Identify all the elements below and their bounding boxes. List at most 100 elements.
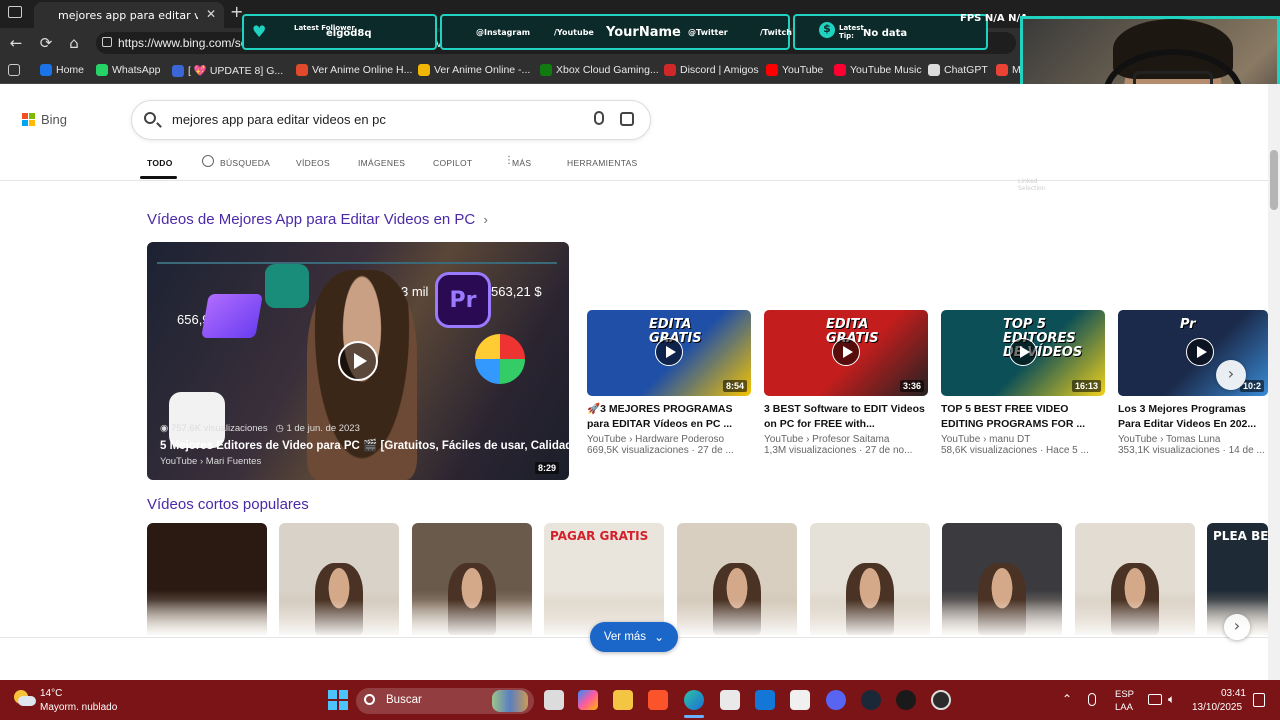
video-title[interactable]: 3 BEST Software to EDIT Videos on PC for… — [764, 402, 928, 432]
tab-busqueda[interactable]: BÚSQUEDA — [220, 158, 270, 168]
edge-icon[interactable] — [684, 690, 704, 710]
bookmark-item[interactable]: Ver Anime Online -... — [418, 64, 530, 76]
close-tab-icon[interactable]: ✕ — [206, 7, 216, 21]
play-icon[interactable] — [1186, 338, 1214, 366]
video-card[interactable]: Pr 10:2 Los 3 Mejores Programas Para Edi… — [1118, 310, 1268, 456]
video-thumbnail[interactable]: EDITA GRATIS 3:36 — [764, 310, 928, 396]
tab-imagenes[interactable]: IMÁGENES — [358, 158, 405, 168]
shorts-next-arrow-icon[interactable]: › — [1224, 614, 1250, 640]
featured-title[interactable]: 5 Mejores Editores de Video para PC 🎬 [G… — [160, 438, 569, 452]
bookmark-item[interactable]: Ver Anime Online H... — [296, 64, 412, 76]
search-input[interactable]: mejores app para editar videos en pc — [172, 112, 386, 127]
store-icon[interactable] — [720, 690, 740, 710]
video-meta: 669,5K visualizaciones · 27 de ... — [587, 445, 734, 456]
taskbar-search-icon — [364, 694, 375, 705]
videos-section-title[interactable]: Vídeos de Mejores App para Editar Videos… — [147, 211, 488, 228]
filmora-logo-icon — [265, 264, 309, 308]
video-thumbnail[interactable]: Pr 10:2 — [1118, 310, 1268, 396]
youtube-label: /Youtube — [554, 28, 594, 37]
video-title[interactable]: 🚀3 MEJORES PROGRAMAS para EDITAR Vídeos … — [587, 402, 751, 432]
bookmark-favicon-icon — [40, 64, 52, 76]
video-meta: 58,6K visualizaciones · Hace 5 ... — [941, 445, 1089, 456]
bookmark-item[interactable]: [ 💖 UPDATE 8] G... — [172, 64, 283, 77]
browser-tab[interactable]: mejores app para editar videos en ✕ — [34, 2, 224, 28]
bookmark-favicon-icon — [540, 64, 552, 76]
bookmark-favicon-icon — [834, 64, 846, 76]
tab-videos[interactable]: VÍDEOS — [296, 158, 330, 168]
lang-line-1[interactable]: ESP — [1115, 689, 1134, 700]
video-title[interactable]: TOP 5 BEST FREE VIDEO EDITING PROGRAMS F… — [941, 402, 1105, 432]
video-title[interactable]: Los 3 Mejores Programas Para Editar Vide… — [1118, 402, 1268, 432]
bookmark-label: YouTube — [782, 64, 824, 76]
microphone-tray-icon[interactable] — [1088, 693, 1096, 706]
eye-icon: ◉ — [160, 423, 169, 434]
bing-logo[interactable]: Bing — [22, 112, 67, 127]
bookmark-item[interactable]: Home — [40, 64, 84, 76]
bookmark-item[interactable]: YouTube Music — [834, 64, 922, 76]
featured-video[interactable]: 656,9 mil 3 mil 563,21 $ Pr ◉ 757,6K vis… — [147, 242, 569, 480]
microphone-icon[interactable] — [594, 111, 604, 125]
volume-icon[interactable]: 🔈︎ — [1168, 692, 1175, 707]
outlook-icon[interactable] — [755, 690, 775, 710]
refresh-icon[interactable]: ⟳ — [36, 34, 56, 52]
davinci-resolve-icon — [475, 334, 525, 384]
video-card[interactable]: EDITA GRATIS 3:36 3 BEST Software to EDI… — [764, 310, 928, 456]
taskbar-search[interactable]: Buscar — [356, 688, 534, 714]
overlay-tip-panel: $ Latest Tip: No data — [793, 14, 988, 50]
bookmark-item[interactable]: Discord | Amigos — [664, 64, 759, 76]
search-box[interactable]: mejores app para editar videos en pc — [132, 101, 650, 139]
clock-time[interactable]: 03:41 — [1220, 688, 1246, 699]
bookmark-favicon-icon — [928, 64, 940, 76]
bookmark-item[interactable]: M — [996, 64, 1021, 76]
network-icon[interactable] — [1148, 694, 1162, 705]
ver-mas-button[interactable]: Ver más ⌄ — [590, 622, 678, 652]
brave-icon[interactable] — [648, 690, 668, 710]
copilot-icon[interactable] — [578, 690, 598, 710]
chevron-right-icon: › — [483, 212, 488, 227]
tab-copilot[interactable]: COPILOT — [433, 158, 472, 168]
dollar-icon: $ — [819, 22, 835, 38]
start-icon[interactable] — [328, 690, 348, 710]
video-duration: 3:36 — [899, 380, 924, 392]
back-icon[interactable]: ← — [6, 34, 26, 52]
window-menu-icon[interactable] — [8, 6, 22, 18]
game-app-icon[interactable] — [896, 690, 916, 710]
tab-herramientas[interactable]: HERRAMIENTAS — [567, 158, 638, 168]
video-thumbnail[interactable]: TOP 5 EDITORES DE VÍDEOS 16:13 — [941, 310, 1105, 396]
active-tab-underline — [140, 176, 177, 179]
obs-icon[interactable] — [931, 690, 951, 710]
discord-icon[interactable] — [826, 690, 846, 710]
solitaire-icon[interactable] — [790, 690, 810, 710]
scrollbar-thumb[interactable] — [1270, 150, 1278, 210]
bookmarks-icon[interactable] — [8, 64, 20, 76]
videos-next-arrow-icon[interactable]: › — [1216, 360, 1246, 390]
steam-icon[interactable] — [861, 690, 881, 710]
bookmark-item[interactable]: YouTube — [766, 64, 823, 76]
home-icon[interactable]: ⌂ — [64, 34, 84, 52]
visual-search-icon[interactable] — [620, 112, 634, 126]
play-icon[interactable] — [655, 338, 683, 366]
shorts-section-title[interactable]: Vídeos cortos populares — [147, 496, 309, 513]
weather-icon[interactable] — [12, 688, 36, 708]
video-card[interactable]: EDITA GRATIS 8:54 🚀3 MEJORES PROGRAMAS p… — [587, 310, 751, 456]
video-card[interactable]: TOP 5 EDITORES DE VÍDEOS 16:13 TOP 5 BES… — [941, 310, 1105, 456]
bookmark-label: Xbox Cloud Gaming... — [556, 64, 659, 76]
play-icon[interactable] — [1009, 338, 1037, 366]
task-view-icon[interactable] — [544, 690, 564, 710]
tab-mas[interactable]: MÁS — [512, 158, 531, 168]
notification-icon[interactable] — [1253, 693, 1265, 707]
play-icon[interactable] — [832, 338, 860, 366]
tray-chevron-icon[interactable]: ⌃ — [1062, 692, 1072, 706]
clock-date[interactable]: 13/10/2025 — [1192, 702, 1242, 713]
play-icon[interactable] — [338, 341, 378, 381]
file-explorer-icon[interactable] — [613, 690, 633, 710]
bookmark-item[interactable]: ChatGPT — [928, 64, 988, 76]
lang-line-2[interactable]: LAA — [1115, 702, 1133, 713]
tab-todo[interactable]: TODO — [147, 158, 173, 168]
bookmark-item[interactable]: WhatsApp — [96, 64, 160, 76]
videos-section-title-text: Vídeos de Mejores App para Editar Videos… — [147, 211, 476, 228]
video-source: YouTube › Tomas Luna — [1118, 434, 1221, 445]
video-thumbnail[interactable]: EDITA GRATIS 8:54 — [587, 310, 751, 396]
search-icon[interactable] — [144, 112, 156, 124]
bookmark-item[interactable]: Xbox Cloud Gaming... — [540, 64, 659, 76]
